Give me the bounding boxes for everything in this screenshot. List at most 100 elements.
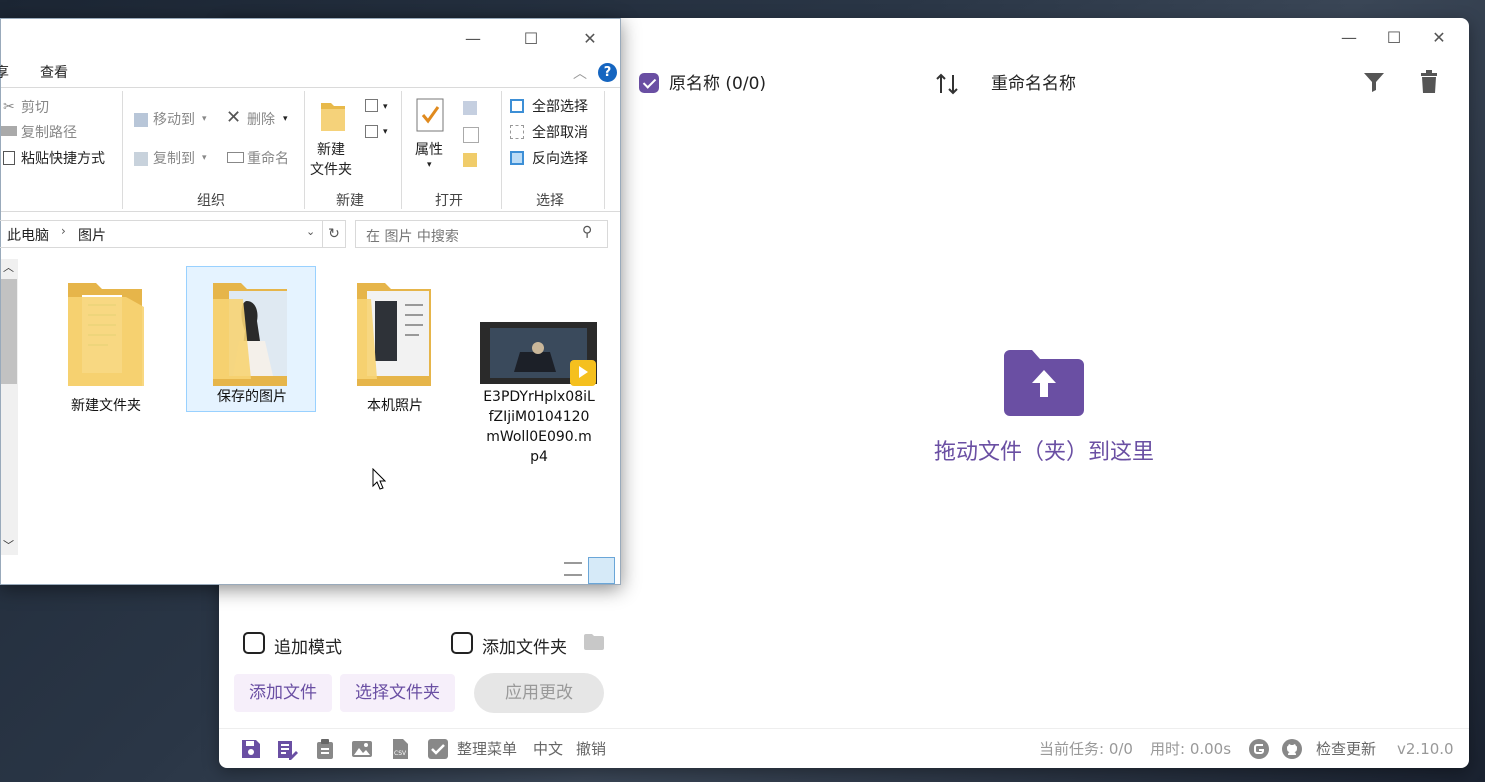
copy-to-icon (134, 152, 148, 166)
close-button[interactable]: ✕ (1427, 26, 1451, 50)
ribbon-tab-view[interactable]: 查看 (40, 64, 68, 82)
organize-group-label: 组织 (197, 193, 225, 209)
properties-icon (416, 98, 444, 132)
details-view-icon[interactable] (564, 562, 582, 576)
folder-icon (357, 283, 431, 386)
select-none-icon (510, 125, 524, 139)
add-folder-checkbox[interactable] (451, 632, 473, 654)
new-folder-label-2[interactable]: 文件夹 (310, 161, 352, 179)
github-icon[interactable] (1281, 738, 1303, 760)
add-files-button[interactable]: 添加文件 (234, 674, 332, 712)
file-explorer-window: — ☐ ✕ 享 查看 ︿ ? ✂ 剪切 复制路径 粘贴快捷方式 移动到 ▾ ✕ … (0, 18, 621, 585)
ribbon-tab-share[interactable]: 享 (0, 64, 9, 82)
move-to-icon (134, 113, 148, 127)
breadcrumb-pictures[interactable]: 图片 (78, 225, 106, 245)
minimize-button[interactable]: — (1337, 26, 1361, 50)
refresh-icon[interactable]: ↻ (322, 220, 346, 248)
delete-button[interactable]: 删除 (247, 111, 275, 129)
copy-path-button[interactable]: 复制路径 (21, 124, 77, 142)
search-icon[interactable]: ⚲ (582, 224, 592, 240)
scroll-down-icon[interactable]: ﹀ (3, 537, 14, 553)
select-all-button[interactable]: 全部选择 (532, 98, 588, 116)
explorer-minimize-button[interactable]: — (461, 27, 485, 51)
rename-name-label: 重命名名称 (991, 74, 1076, 94)
scroll-up-icon[interactable]: ︿ (3, 259, 14, 275)
cut-button[interactable]: 剪切 (21, 99, 49, 117)
easy-access-dropdown-icon[interactable]: ▾ (383, 123, 388, 141)
gitee-icon[interactable] (1248, 738, 1270, 760)
move-to-dropdown-icon[interactable]: ▾ (202, 110, 207, 128)
folder-icon (213, 283, 287, 386)
explorer-maximize-button[interactable]: ☐ (519, 27, 543, 51)
new-folder-label-1[interactable]: 新建 (317, 141, 345, 159)
ribbon-separator (501, 91, 502, 209)
scrollbar[interactable]: ︿ ﹀ (1, 259, 18, 555)
edit-list-icon[interactable] (276, 738, 298, 760)
save-icon[interactable] (240, 738, 262, 760)
search-box[interactable]: 在 图片 中搜索 ⚲ (355, 220, 608, 248)
scrollbar-thumb[interactable] (1, 279, 17, 384)
paste-shortcut-button[interactable]: 粘贴快捷方式 (21, 150, 105, 168)
search-placeholder: 在 图片 中搜索 (366, 229, 459, 245)
ribbon-separator (122, 91, 123, 209)
copy-to-dropdown-icon[interactable]: ▾ (202, 149, 207, 167)
ribbon-top-border (1, 87, 620, 88)
csv-file-icon[interactable]: CSV (389, 738, 411, 760)
list-item[interactable]: 新建文件夹 (41, 276, 171, 416)
check-update-link[interactable]: 检查更新 (1316, 738, 1376, 760)
file-name-line: p4 (530, 449, 548, 465)
select-folder-button[interactable]: 选择文件夹 (340, 674, 455, 712)
properties-dropdown-icon[interactable]: ▾ (427, 156, 432, 174)
append-mode-checkbox[interactable] (243, 632, 265, 654)
original-name-checkbox[interactable] (639, 73, 659, 93)
help-icon[interactable]: ? (598, 63, 617, 82)
address-dropdown-icon[interactable]: ⌄ (306, 225, 315, 238)
address-bar[interactable]: 此电脑 › 图片 ⌄ (0, 220, 323, 248)
footer-divider (219, 728, 1469, 729)
invert-selection-button[interactable]: 反向选择 (532, 150, 588, 168)
breadcrumb-this-pc[interactable]: 此电脑 (7, 225, 49, 245)
trash-icon[interactable] (1419, 70, 1439, 94)
image-icon[interactable] (351, 738, 373, 760)
svg-text:CSV: CSV (394, 750, 407, 757)
clipboard-icon[interactable] (314, 738, 336, 760)
sort-icon[interactable] (934, 71, 960, 97)
rename-button[interactable]: 重命名 (247, 150, 289, 168)
filter-icon[interactable] (1363, 71, 1385, 93)
history-icon[interactable] (463, 153, 477, 167)
drop-zone-text: 拖动文件（夹）到这里 (933, 440, 1154, 465)
append-mode-label: 追加模式 (274, 638, 342, 658)
organize-menu-link[interactable]: 整理菜单 (457, 738, 517, 760)
invert-selection-icon (510, 151, 524, 165)
move-to-button[interactable]: 移动到 (153, 111, 195, 129)
ribbon-separator (401, 91, 402, 209)
new-folder-icon (321, 103, 345, 131)
copy-to-button[interactable]: 复制到 (153, 150, 195, 168)
file-name-line: fZIjiM0104120 (488, 409, 590, 425)
apply-changes-button[interactable]: 应用更改 (474, 673, 604, 713)
mouse-cursor-icon (372, 468, 386, 490)
select-none-button[interactable]: 全部取消 (532, 124, 588, 142)
elapsed-time-status: 用时: 0.00s (1150, 740, 1232, 758)
new-item-dropdown-icon[interactable]: ▾ (383, 98, 388, 116)
collapse-ribbon-icon[interactable]: ︿ (573, 63, 587, 83)
list-item-selected[interactable]: 保存的图片 (186, 266, 316, 412)
edit-icon[interactable] (463, 127, 479, 143)
delete-dropdown-icon[interactable]: ▾ (283, 110, 288, 128)
large-icons-view-icon[interactable] (588, 557, 615, 584)
delete-icon: ✕ (226, 107, 242, 128)
version-label: v2.10.0 (1397, 740, 1454, 758)
open-icon[interactable] (463, 101, 477, 115)
explorer-close-button[interactable]: ✕ (578, 27, 602, 51)
undo-link[interactable]: 撤销 (576, 738, 606, 760)
easy-access-icon[interactable] (365, 125, 378, 138)
list-item[interactable]: E3PDYrHplx08iL fZIjiM0104120 mWoll0E090.… (474, 319, 604, 489)
checkbox-icon[interactable] (427, 738, 449, 760)
new-item-icon[interactable] (365, 99, 378, 112)
folder-icon (584, 634, 604, 650)
original-name-label: 原名称 (0/0) (669, 74, 767, 94)
maximize-button[interactable]: ☐ (1382, 26, 1406, 50)
drop-zone[interactable]: 拖动文件（夹）到这里 (859, 348, 1229, 466)
language-link[interactable]: 中文 (533, 738, 563, 760)
list-item[interactable]: 本机照片 (330, 276, 460, 416)
